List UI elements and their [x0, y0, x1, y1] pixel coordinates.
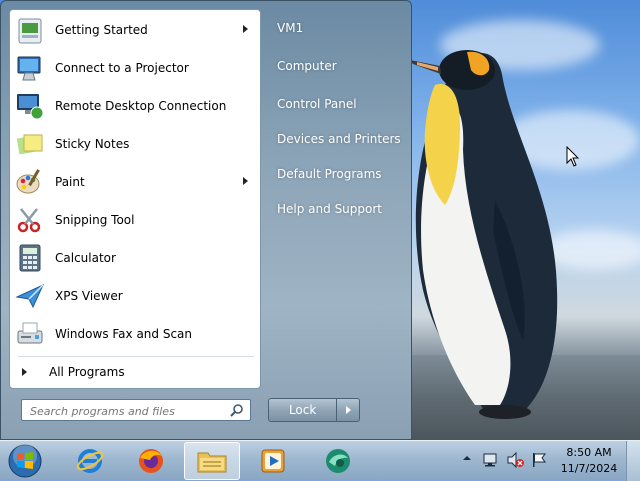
- submenu-arrow-icon[interactable]: [243, 177, 248, 185]
- program-label: Windows Fax and Scan: [55, 327, 193, 341]
- search-icon[interactable]: [230, 403, 244, 417]
- programs-pane: Getting Started Connect to a Projector R…: [9, 9, 261, 389]
- program-label: Calculator: [55, 251, 116, 265]
- lock-button-group: Lock: [268, 398, 360, 422]
- program-label: Getting Started: [55, 23, 148, 37]
- program-snipping-tool[interactable]: Snipping Tool: [12, 202, 258, 238]
- program-label: Sticky Notes: [55, 137, 130, 151]
- fax-scan-icon: [14, 318, 46, 350]
- link-computer[interactable]: Computer: [277, 59, 337, 73]
- link-help-and-support[interactable]: Help and Support: [277, 202, 382, 216]
- firefox-icon: [139, 449, 163, 473]
- start-menu: Getting Started Connect to a Projector R…: [0, 0, 412, 440]
- link-devices-and-printers[interactable]: Devices and Printers: [277, 132, 401, 146]
- penguin-image: [410, 50, 558, 419]
- remote-desktop-icon: [14, 90, 46, 122]
- link-control-panel[interactable]: Control Panel: [277, 97, 357, 111]
- mouse-cursor-icon: [566, 146, 580, 167]
- show-hidden-icons[interactable]: [462, 453, 472, 463]
- program-calculator[interactable]: Calculator: [12, 240, 258, 276]
- all-programs-button[interactable]: All Programs: [12, 360, 258, 384]
- network-icon[interactable]: [482, 452, 498, 468]
- app-icon: [326, 449, 350, 473]
- clock-time: 8:50 AM: [566, 446, 612, 459]
- search-area: [9, 389, 261, 431]
- taskbar-media-player[interactable]: [245, 442, 301, 480]
- calculator-icon: [14, 242, 46, 274]
- volume-muted-icon[interactable]: [507, 452, 525, 468]
- taskbar-app[interactable]: [310, 442, 366, 480]
- lock-button[interactable]: Lock: [269, 399, 336, 421]
- taskbar-internet-explorer[interactable]: [62, 442, 118, 480]
- snipping-tool-icon: [14, 204, 46, 236]
- program-label: Snipping Tool: [55, 213, 135, 227]
- expand-arrow-icon: [22, 368, 27, 376]
- program-xps-viewer[interactable]: XPS Viewer: [12, 278, 258, 314]
- program-label: XPS Viewer: [55, 289, 123, 303]
- getting-started-icon: [14, 14, 46, 46]
- search-input[interactable]: [28, 401, 228, 421]
- separator: [18, 356, 254, 357]
- taskbar-firefox[interactable]: [123, 442, 179, 480]
- chevron-right-icon: [345, 406, 351, 414]
- program-label: Remote Desktop Connection: [55, 99, 227, 113]
- taskbar-file-explorer[interactable]: [184, 442, 240, 480]
- search-box[interactable]: [21, 399, 251, 421]
- taskbar: 8:50 AM 11/7/2024: [0, 440, 640, 481]
- program-remote-desktop-connection[interactable]: Remote Desktop Connection: [12, 88, 258, 124]
- link-default-programs[interactable]: Default Programs: [277, 167, 382, 181]
- clock-date: 11/7/2024: [560, 462, 618, 475]
- media-player-icon: [261, 449, 285, 473]
- internet-explorer-icon: [76, 449, 104, 473]
- sticky-notes-icon: [14, 128, 46, 160]
- xps-viewer-icon: [14, 280, 46, 312]
- program-getting-started[interactable]: Getting Started: [12, 12, 258, 48]
- action-center-flag-icon[interactable]: [531, 452, 547, 468]
- all-programs-label: All Programs: [49, 365, 125, 379]
- system-clock[interactable]: 8:50 AM 11/7/2024: [556, 445, 622, 477]
- program-paint[interactable]: Paint: [12, 164, 258, 200]
- submenu-arrow-icon[interactable]: [243, 25, 248, 33]
- program-windows-fax-and-scan[interactable]: Windows Fax and Scan: [12, 316, 258, 352]
- paint-icon: [14, 166, 46, 198]
- projector-icon: [14, 52, 46, 84]
- program-label: Paint: [55, 175, 85, 189]
- shutdown-options-button[interactable]: [336, 399, 359, 421]
- show-desktop-button[interactable]: [626, 441, 640, 481]
- windows-logo-icon: [8, 444, 42, 478]
- program-label: Connect to a Projector: [55, 61, 189, 75]
- file-explorer-icon: [197, 452, 227, 473]
- program-connect-to-projector[interactable]: Connect to a Projector: [12, 50, 258, 86]
- start-button[interactable]: [5, 443, 45, 479]
- user-vm1[interactable]: VM1: [277, 21, 303, 35]
- program-sticky-notes[interactable]: Sticky Notes: [12, 126, 258, 162]
